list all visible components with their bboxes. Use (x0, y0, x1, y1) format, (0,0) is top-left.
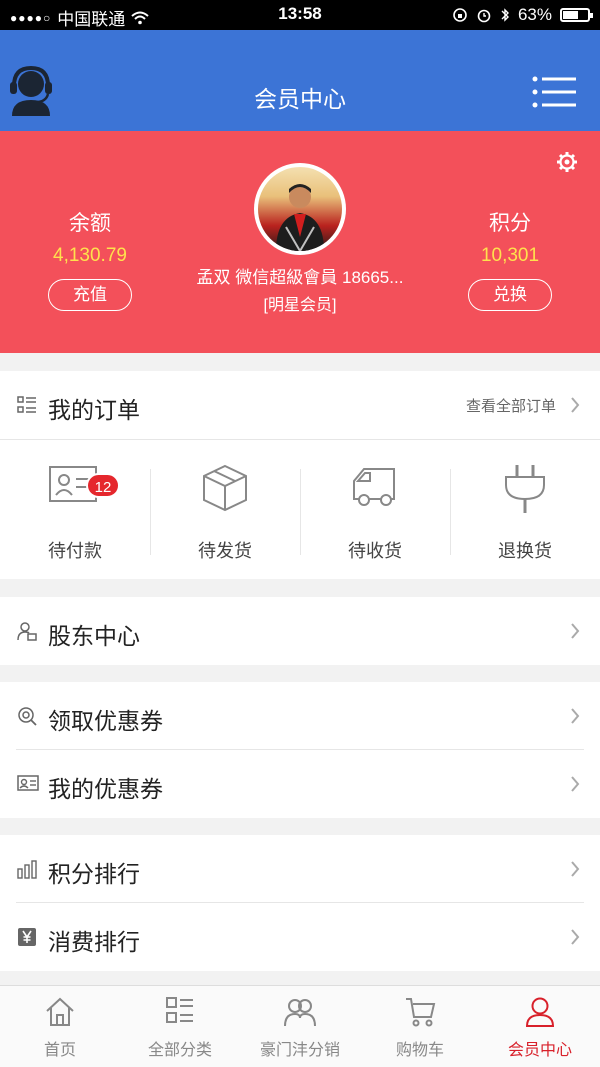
category-icon (166, 997, 193, 1023)
orders-card: 我的订单 查看全部订单 12 待付款 待发货 待收货 退换货 (0, 371, 600, 579)
chevron-right-icon (571, 708, 580, 724)
menu-icon[interactable] (532, 76, 576, 113)
consume-rank-label: 消费排行 (48, 929, 140, 955)
bottom-tab-bar: 首页 全部分类 豪门沣分销 购物车 会员中心 (0, 985, 600, 1067)
user-name: 孟双 微信超級會員 18665... (196, 268, 404, 287)
points-rank-row[interactable]: 积分排行 (0, 835, 600, 903)
coupon-card-icon (17, 775, 39, 791)
chevron-right-icon (571, 623, 580, 639)
coupon-search-icon (18, 707, 37, 726)
gear-icon[interactable] (556, 151, 578, 178)
points-label: 积分 (489, 212, 531, 235)
shareholder-icon (17, 622, 37, 641)
plug-icon (505, 465, 545, 513)
rankings-card: 积分排行 消费排行 (0, 835, 600, 971)
points-value: 10,301 (480, 245, 540, 266)
cart-icon (406, 998, 436, 1027)
order-label: 退换货 (498, 541, 552, 561)
recharge-button[interactable]: 充值 (48, 279, 132, 311)
shareholder-row[interactable]: 股东中心 (0, 597, 600, 665)
view-all-orders-link[interactable]: 查看全部订单 (466, 395, 556, 416)
rotation-lock-icon (453, 8, 467, 22)
balance-label: 余额 (69, 212, 111, 235)
page-title: 会员中心 (254, 86, 346, 112)
tab-categories[interactable]: 全部分类 (120, 986, 240, 1067)
tab-label: 豪门沣分销 (259, 1042, 340, 1059)
tab-label: 全部分类 (147, 1042, 212, 1059)
tab-label: 会员中心 (507, 1042, 572, 1059)
user-icon (525, 997, 555, 1027)
member-level: [明星会员] (263, 297, 337, 314)
bar-chart-icon (17, 860, 37, 879)
battery-percent: 63% (517, 5, 552, 24)
home-icon (46, 997, 74, 1026)
order-pending-payment[interactable]: 12 待付款 (0, 441, 150, 581)
chevron-right-icon (571, 397, 580, 413)
chevron-right-icon (571, 929, 580, 945)
orders-list-icon (17, 396, 36, 413)
get-coupons-row[interactable]: 领取优惠券 (0, 682, 600, 750)
exchange-button[interactable]: 兑换 (468, 279, 552, 311)
avatar[interactable] (254, 163, 346, 255)
orders-title: 我的订单 (48, 397, 140, 423)
points-stat: 积分 10,301 兑换 (440, 207, 580, 311)
shareholder-card: 股东中心 (0, 597, 600, 665)
divider (0, 439, 600, 440)
tab-label: 购物车 (395, 1042, 444, 1059)
bluetooth-icon (501, 8, 509, 22)
distribution-icon (284, 999, 316, 1027)
tab-member-center[interactable]: 会员中心 (480, 986, 600, 1067)
balance-stat: 余额 4,130.79 充值 (20, 207, 160, 311)
order-pending-receipt[interactable]: 待收货 (300, 441, 450, 581)
order-status-row: 12 待付款 待发货 待收货 退换货 (0, 441, 600, 581)
order-return-exchange[interactable]: 退换货 (450, 441, 600, 581)
box-icon (203, 464, 247, 512)
order-pending-shipment[interactable]: 待发货 (150, 441, 300, 581)
points-rank-label: 积分排行 (48, 861, 140, 887)
order-label: 待付款 (48, 541, 102, 561)
get-coupons-label: 领取优惠券 (48, 708, 163, 734)
tab-distribution[interactable]: 豪门沣分销 (240, 986, 360, 1067)
profile-panel: 余额 4,130.79 充值 孟双 微信超級會員 18665... [明星会员]… (0, 131, 600, 353)
coupons-card: 领取优惠券 我的优惠券 (0, 682, 600, 818)
tab-cart[interactable]: 购物车 (360, 986, 480, 1067)
tab-home[interactable]: 首页 (0, 986, 120, 1067)
consume-rank-row[interactable]: 消费排行 (0, 903, 600, 971)
chevron-right-icon (571, 776, 580, 792)
battery-icon (560, 8, 593, 22)
order-label: 待收货 (348, 541, 402, 561)
tab-label: 首页 (43, 1042, 76, 1059)
balance-value: 4,130.79 (53, 245, 127, 266)
alarm-icon (477, 9, 491, 23)
chevron-right-icon (571, 861, 580, 877)
order-label: 待发货 (198, 541, 252, 561)
my-coupons-label: 我的优惠券 (48, 776, 163, 802)
truck-icon (353, 468, 395, 506)
status-bar: ●●●●○ 中国联通 13:58 63% (0, 0, 600, 30)
yen-icon (18, 928, 36, 946)
pending-payment-badge: 12 (86, 473, 120, 498)
orders-header-row[interactable]: 我的订单 查看全部订单 (0, 371, 600, 439)
my-coupons-row[interactable]: 我的优惠券 (0, 750, 600, 818)
shareholder-label: 股东中心 (48, 623, 140, 649)
app-header: 会员中心 (0, 30, 600, 131)
